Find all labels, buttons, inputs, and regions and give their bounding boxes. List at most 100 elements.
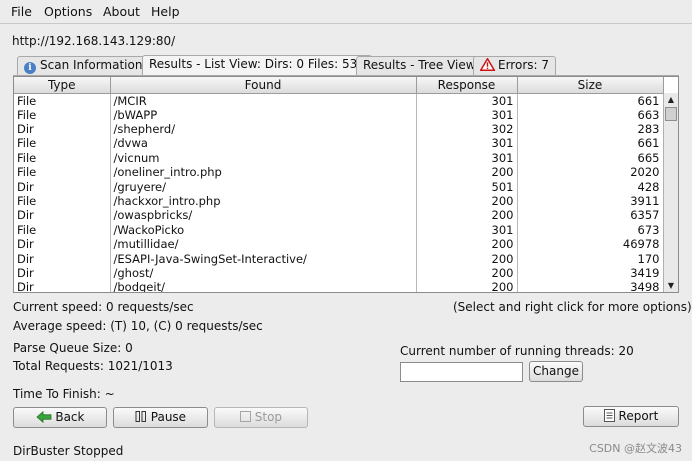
cell-size: 663	[517, 107, 664, 122]
cell-response: 200	[416, 193, 518, 209]
stop-button-label: Stop	[254, 410, 283, 424]
cell-response: 200	[416, 251, 518, 266]
cell-found: /bodgeit/	[110, 280, 417, 292]
stop-button[interactable]: Stop	[214, 407, 308, 428]
tab-results-list-view[interactable]: Results - List View: Dirs: 0 Files: 538	[142, 55, 372, 76]
results-table[interactable]: Type Found Response Size File/MCIR 301 661…	[13, 76, 679, 293]
cell-type: Dir	[14, 237, 111, 252]
cell-type: Dir	[14, 280, 111, 292]
pause-button[interactable]: Pause	[113, 407, 208, 428]
cell-type: Dir	[14, 251, 111, 266]
cell-size: 673	[517, 222, 664, 238]
cell-response: 301	[416, 136, 518, 151]
table-row[interactable]: File/oneliner_intro.php 200 2020	[14, 165, 664, 180]
cell-size: 661	[517, 136, 664, 151]
cell-found: /bWAPP	[110, 107, 417, 122]
table-row[interactable]: File/MCIR 301 661	[14, 93, 664, 108]
cell-size: 3419	[517, 265, 664, 281]
parse-queue-size: Parse Queue Size: 0	[13, 341, 133, 355]
cell-found: /ESAPI-Java-SwingSet-Interactive/	[110, 251, 417, 266]
target-url: http://192.168.143.129:80/	[12, 34, 176, 48]
cell-size: 6357	[517, 208, 664, 223]
tab-scan-information[interactable]: i Scan Information	[17, 56, 150, 75]
menu-about[interactable]: About	[103, 4, 140, 19]
table-row[interactable]: File/hackxor_intro.php 200 3911	[14, 193, 664, 209]
cell-type: Dir	[14, 208, 111, 223]
cell-size: 661	[517, 93, 664, 108]
cell-size: 3498	[517, 280, 664, 292]
cell-type: File	[14, 107, 111, 122]
stop-icon	[239, 410, 255, 424]
table-scrollbar[interactable]: ▲ ▼	[663, 93, 678, 292]
column-header-response[interactable]: Response	[416, 77, 518, 94]
cell-response: 301	[416, 93, 518, 108]
cell-type: File	[14, 165, 111, 180]
scroll-up-icon[interactable]: ▲	[666, 95, 676, 104]
cell-type: File	[14, 93, 111, 108]
cell-size: 170	[517, 251, 664, 266]
cell-type: File	[14, 222, 111, 238]
cell-response: 200	[416, 280, 518, 292]
scroll-thumb[interactable]	[665, 107, 677, 121]
total-requests: Total Requests: 1021/1013	[13, 359, 173, 373]
cell-found: /ghost/	[110, 265, 417, 281]
tab-scan-information-label: Scan Information	[40, 58, 143, 72]
cell-found: /shepherd/	[110, 121, 417, 137]
table-row[interactable]: Dir/bodgeit/200 3498	[14, 280, 664, 292]
cell-found: /dvwa	[110, 136, 417, 151]
table-row[interactable]: File/dvwa 301 661	[14, 136, 664, 151]
table-row[interactable]: File/bWAPP 301 663	[14, 107, 664, 122]
cell-found: /oneliner_intro.php	[110, 165, 417, 180]
pause-icon	[135, 410, 151, 424]
cell-size: 3911	[517, 193, 664, 209]
report-button[interactable]: Report	[583, 406, 679, 427]
table-row[interactable]: Dir/owaspbricks/200 6357	[14, 208, 664, 223]
cell-response: 200	[416, 165, 518, 180]
watermark: CSDN @赵文波43	[589, 442, 682, 455]
right-click-hint: (Select and right click for more options…	[453, 300, 692, 314]
threads-input[interactable]	[400, 362, 523, 382]
cell-type: File	[14, 136, 111, 151]
info-icon: i	[24, 62, 36, 74]
time-to-finish: Time To Finish: ~	[13, 387, 115, 401]
tab-results-list-view-label: Results - List View: Dirs: 0 Files: 538	[149, 57, 365, 71]
table-row[interactable]: Dir/gruyere/501 428	[14, 179, 664, 194]
menu-file[interactable]: File	[11, 4, 32, 19]
table-row[interactable]: File/WackoPicko 301 673	[14, 222, 664, 238]
cell-size: 2020	[517, 165, 664, 180]
cell-response: 200	[416, 265, 518, 281]
menu-options[interactable]: Options	[44, 4, 92, 19]
cell-size: 46978	[517, 237, 664, 252]
cell-found: /gruyere/	[110, 179, 417, 194]
tab-errors-label: Errors: 7	[498, 58, 549, 72]
tab-errors[interactable]: Errors: 7	[473, 56, 556, 75]
report-icon	[603, 409, 619, 423]
table-row[interactable]: Dir/ESAPI-Java-SwingSet-Interactive/200 1…	[14, 251, 664, 266]
menu-help[interactable]: Help	[151, 4, 180, 19]
table-row[interactable]: Dir/shepherd/302 283	[14, 121, 664, 137]
change-button[interactable]: Change	[529, 361, 583, 382]
tab-results-tree-view-label: Results - Tree View	[363, 58, 476, 72]
table-row[interactable]: Dir/mutillidae/200 46978	[14, 237, 664, 252]
table-header: Type Found Response Size	[14, 77, 664, 94]
warning-icon	[479, 57, 496, 74]
table-row[interactable]: Dir/ghost/200 3419	[14, 265, 664, 281]
back-button-label: Back	[55, 410, 85, 424]
column-header-found[interactable]: Found	[110, 77, 417, 94]
average-speed: Average speed: (T) 10, (C) 0 requests/se…	[13, 319, 263, 333]
back-button[interactable]: Back	[13, 407, 107, 428]
status-footer: DirBuster Stopped	[13, 444, 124, 458]
column-header-type[interactable]: Type	[14, 77, 111, 94]
tab-results-tree-view[interactable]: Results - Tree View	[356, 56, 483, 75]
change-button-label: Change	[533, 364, 579, 378]
cell-found: /vicnum	[110, 150, 417, 166]
cell-response: 301	[416, 107, 518, 122]
cell-type: File	[14, 150, 111, 166]
scroll-down-icon[interactable]: ▼	[666, 281, 676, 290]
column-header-size[interactable]: Size	[517, 77, 664, 94]
cell-response: 302	[416, 121, 518, 137]
cell-size: 428	[517, 179, 664, 194]
cell-type: Dir	[14, 179, 111, 194]
cell-found: /owaspbricks/	[110, 208, 417, 223]
table-row[interactable]: File/vicnum 301 665	[14, 150, 664, 166]
